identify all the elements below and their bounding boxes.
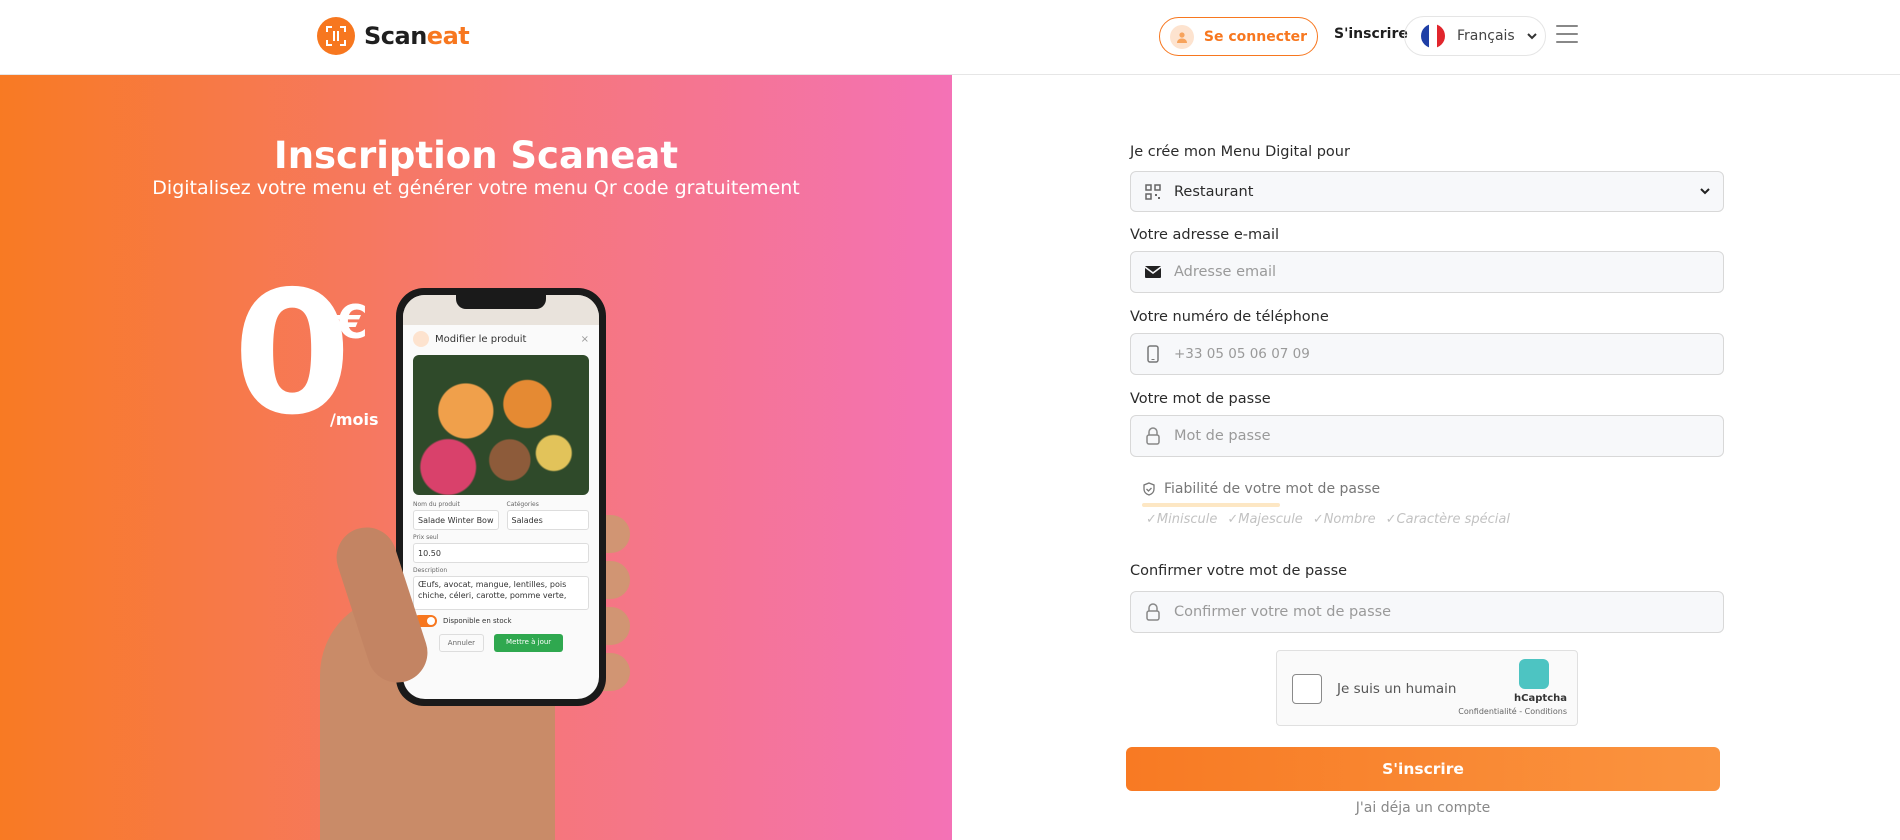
phone-number-field[interactable]: +33 05 05 06 07 09 [1130,333,1724,375]
phone-mockup: Modifier le produit × Nom du produit Sal… [396,288,606,706]
rule-lowercase: ✓Miniscule [1146,512,1218,527]
language-selector[interactable]: Français [1404,16,1546,56]
mobile-phone-icon [1144,345,1162,363]
password-label: Votre mot de passe [1130,391,1271,407]
phone-cancel-button: Annuler [438,634,485,652]
email-placeholder: Adresse email [1174,264,1277,280]
phone-description-input: Œufs, avocat, mangue, lentilles, pois ch… [413,576,589,610]
email-label: Votre adresse e-mail [1130,227,1280,243]
phone-name-input: Salade Winter Bow [413,510,499,530]
password-rules: ✓Miniscule ✓Majescule ✓Nombre ✓Caractère… [1146,512,1510,527]
france-flag-icon [1421,24,1445,48]
phone-price-label: Prix seul [413,534,439,541]
signup-submit-button[interactable]: S'inscrire [1126,747,1720,791]
hero-panel: Inscription Scaneat Digitalisez votre me… [0,75,952,840]
login-button[interactable]: Se connecter [1159,17,1318,56]
edit-icon [413,331,429,347]
password-field[interactable]: Mot de passe [1130,415,1724,457]
phone-number-placeholder: +33 05 05 06 07 09 [1174,346,1310,362]
phone-price-input: 10.50 [413,543,589,563]
confirm-password-label: Confirmer votre mot de passe [1130,563,1348,579]
hcaptcha-brand: hCaptcha [1514,693,1567,704]
have-account-link[interactable]: J'ai déja un compte [1126,800,1720,816]
rule-number: ✓Nombre [1312,512,1376,527]
phone-actions: Annuler Mettre à jour [403,632,599,654]
phone-stock-toggle: Disponible en stock [403,610,599,632]
scaneat-logo[interactable]: Scaneat [317,17,470,55]
phone-category-select: Salades [506,510,589,530]
hero-title: Inscription Scaneat [273,134,679,177]
phone-category-label: Catégories [506,501,539,508]
chevron-down-icon [1700,188,1710,195]
top-navbar: Scaneat Se connecter S'inscrire Français [0,0,1900,75]
hero-subtitle: Digitalisez votre menu et générer votre … [152,177,800,199]
lock-icon [1144,603,1162,621]
login-label: Se connecter [1203,28,1308,45]
password-strength: Fiabilité de votre mot de passe [1142,481,1380,497]
salad-photo [413,355,589,495]
logo-icon [317,17,355,55]
logo-text: Scaneat [364,22,470,50]
phone-description-label: Description [413,567,448,574]
shield-icon [1143,482,1155,496]
phone-stock-label: Disponible en stock [443,617,512,625]
confirm-password-field[interactable]: Confirmer votre mot de passe [1130,591,1724,633]
signup-link[interactable]: S'inscrire [1334,26,1408,42]
phone-number-label: Votre numéro de téléphone [1130,309,1329,325]
price-period: /mois [330,410,379,429]
chevron-down-icon [1526,33,1537,40]
hcaptcha-logo-icon [1519,659,1549,689]
confirm-password-placeholder: Confirmer votre mot de passe [1174,604,1392,620]
close-icon: × [580,333,589,345]
hcaptcha-widget: Je suis un humain hCaptcha Confidentiali… [1276,650,1578,726]
menu-type-select[interactable]: Restaurant [1130,171,1724,212]
qr-code-icon [1144,183,1162,201]
password-strength-bar [1142,503,1280,507]
language-label: Français [1457,28,1515,44]
phone-screen: Modifier le produit × Nom du produit Sal… [403,295,599,699]
phone-modal-header: Modifier le produit × [403,325,599,353]
user-icon [1169,24,1194,49]
rule-uppercase: ✓Majescule [1227,512,1303,527]
price-currency: € [336,295,369,349]
menu-type-value: Restaurant [1174,183,1254,200]
password-placeholder: Mot de passe [1174,428,1271,444]
hcaptcha-links[interactable]: Confidentialité - Conditions [1277,707,1567,716]
phone-modal-title: Modifier le produit [435,333,527,345]
phone-name-label: Nom du produit [413,501,460,508]
envelope-icon [1144,263,1162,281]
password-strength-label: Fiabilité de votre mot de passe [1164,481,1381,497]
lock-icon [1144,427,1162,445]
phone-save-button: Mettre à jour [494,634,564,652]
menu-for-label: Je crée mon Menu Digital pour [1130,144,1350,160]
rule-special-char: ✓Caractère spécial [1385,512,1510,527]
email-field[interactable]: Adresse email [1130,251,1724,293]
phone-notch [456,295,546,309]
menu-icon[interactable] [1556,25,1578,45]
